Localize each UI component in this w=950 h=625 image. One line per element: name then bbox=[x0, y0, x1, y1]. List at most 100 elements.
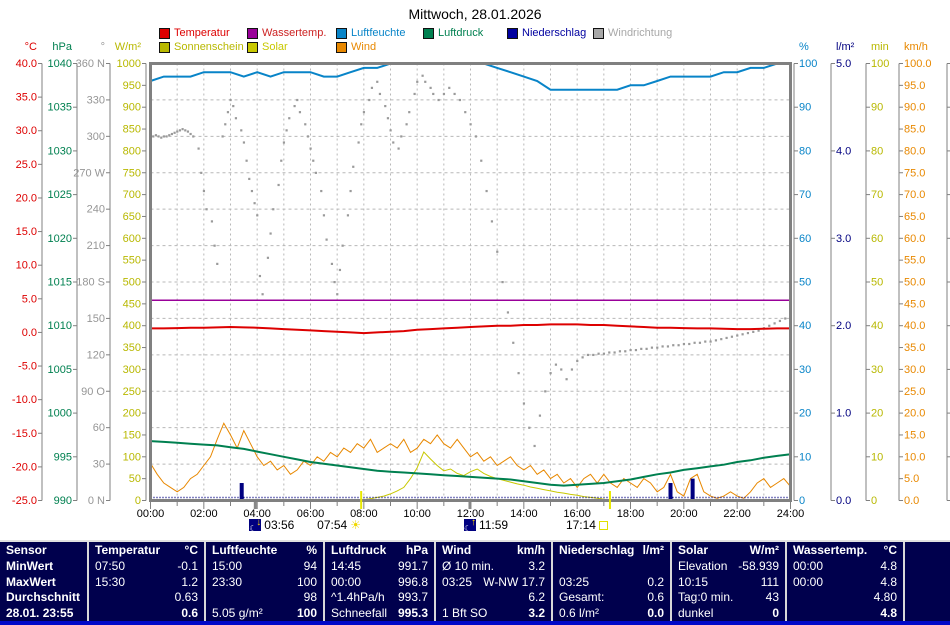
axis-tick-label: 450 bbox=[123, 298, 141, 310]
table-row: MaxWert bbox=[0, 575, 87, 590]
axis-tick-label: 5.0 bbox=[836, 58, 851, 70]
table-cell-value: 0 bbox=[772, 606, 779, 620]
table-row: Tag:0 min. 43 bbox=[672, 590, 785, 605]
axis-tick-label: 90 bbox=[871, 102, 883, 114]
axis-tick-label: 1000 bbox=[48, 408, 72, 420]
table-cell-label: 10:15 bbox=[678, 574, 709, 589]
axis-tick-label: 1.0 bbox=[836, 408, 851, 420]
axis-tick-label: 10.0 bbox=[904, 451, 925, 463]
axis-tick-label: 35.0 bbox=[16, 92, 37, 104]
table-cell-value: 996.8 bbox=[397, 574, 428, 589]
table-col-temperatur: Temperatur °C 07:50 -0.1 15:30 1.2 0.63 0.6 bbox=[89, 542, 206, 621]
axis-tick-label: 100 bbox=[123, 451, 141, 463]
axis-tick-label: 70 bbox=[871, 189, 883, 201]
axis-tick-label: 100 bbox=[871, 58, 889, 70]
table-col-sensor: Sensor MinWert MaxWert Durchschnitt 28.01. 2… bbox=[0, 542, 89, 621]
table-row: 14:45 991.7 bbox=[325, 559, 434, 574]
table-header-unit: °C bbox=[883, 543, 897, 557]
table-cell-label: 5.05 g/m² bbox=[212, 606, 263, 620]
table-header-row: Solar W/m² bbox=[672, 543, 785, 558]
axis-tick-label: 25.0 bbox=[16, 159, 37, 171]
axis-min: min1009080706050403020100 bbox=[865, 41, 889, 507]
axis-tick-label: 550 bbox=[123, 255, 141, 267]
table-cell-value: -58.939 bbox=[738, 558, 779, 573]
table-header-unit: % bbox=[306, 543, 317, 557]
weather-station-daily-chart: Mittwoch, 28.01.2026 Temperatur Wassertem… bbox=[0, 0, 950, 625]
table-cell-label: Ø 10 min. bbox=[442, 558, 495, 573]
sunrise-icon: ☀ bbox=[350, 518, 361, 532]
axis-tick-label: 60.0 bbox=[904, 233, 925, 245]
table-cell-value: 3.2 bbox=[528, 558, 545, 573]
astro-markers: ☾ ↓ 03:56 07:54 ☀ ☾ ↑ 11:59 17:14 bbox=[0, 517, 950, 534]
axis-tick-label: 650 bbox=[123, 211, 141, 223]
astro-time-label: 03:56 bbox=[264, 518, 295, 532]
axis-tick-label: 2.0 bbox=[836, 320, 851, 332]
axis-tick-label: 90 bbox=[799, 102, 811, 114]
axis-c: °C 40.0 35.0 30.0 25.0 20.0 15.0 10.0 5.0 0.0 -5.0… bbox=[12, 41, 43, 507]
table-row: 0.6 l/m² 0.0 bbox=[553, 606, 670, 621]
table-row: 98 bbox=[206, 590, 323, 605]
axis-tick-label: 65.0 bbox=[904, 211, 925, 223]
axis-tick-label: 240 bbox=[87, 204, 105, 216]
axis-tick-label: 0 bbox=[799, 495, 805, 507]
table-row: 23:30 100 bbox=[206, 575, 323, 590]
axis-tick-label: 0 bbox=[135, 495, 141, 507]
axis-tick-label: 30.0 bbox=[16, 125, 37, 137]
table-row: 03:25 0.2 bbox=[553, 575, 670, 590]
axis-tick-label: -20.0 bbox=[12, 461, 37, 473]
table-row: Schneefall 995.3 bbox=[325, 606, 434, 621]
table-header-row: Niederschlag l/m² bbox=[553, 543, 670, 558]
axis-tick-label: 55.0 bbox=[904, 255, 925, 267]
table-cell-label: MaxWert bbox=[6, 574, 56, 589]
table-row: 0.6 bbox=[89, 606, 204, 621]
table-cell-value: 3.2 bbox=[528, 606, 545, 620]
table-header-unit: l/m² bbox=[642, 543, 664, 557]
table-cell-label: 14:45 bbox=[331, 558, 362, 573]
axis-tick-label: 100 bbox=[799, 58, 817, 70]
table-cell-value: 100 bbox=[296, 606, 317, 620]
table-cell-value: 0.6 bbox=[647, 590, 664, 605]
table-cell-label: 1 Bft SO bbox=[442, 606, 488, 620]
table-cell-value: -0.1 bbox=[177, 558, 198, 573]
axis-tick-label: -15.0 bbox=[12, 428, 37, 440]
axis-l-m: l/m² 5.0 4.0 3.0 2.0 1.0 0.0 bbox=[830, 41, 855, 507]
table-row: 28.01. 23:55 bbox=[0, 606, 87, 621]
axis-tick-label: 210 bbox=[87, 240, 105, 252]
axis-tick-label: 50 bbox=[871, 277, 883, 289]
axis-tick-label: 5.0 bbox=[22, 293, 37, 305]
table-header-row: Wind km/h bbox=[436, 543, 551, 558]
axis-tick-label: 900 bbox=[123, 102, 141, 114]
axis-tick-label: 80 bbox=[799, 145, 811, 157]
table-row: 6.2 bbox=[436, 590, 551, 605]
table-cell-value: 0.0 bbox=[647, 606, 664, 620]
axis-tick-label: 1010 bbox=[48, 320, 72, 332]
table-row: 15:30 1.2 bbox=[89, 575, 204, 590]
axis-tick-label: -25.0 bbox=[12, 495, 37, 507]
axis-tick-label: 60 bbox=[93, 422, 105, 434]
axis-tick-label: 1015 bbox=[48, 277, 72, 289]
table-row: MinWert bbox=[0, 559, 87, 574]
table-col-luftfeuchte: Luftfeuchte% 15:00 94 23:30 100 98 5.05 g/m² 10… bbox=[206, 542, 325, 621]
table-row: 1 Bft SO 3.2 bbox=[436, 606, 551, 621]
axis-tick-label: 1025 bbox=[48, 189, 72, 201]
table-cell-value: 4.8 bbox=[880, 558, 897, 573]
table-row: 03:25 W-NW 17.7 bbox=[436, 575, 551, 590]
axis-tick-label: 1035 bbox=[48, 102, 72, 114]
axis-tick-label: 10 bbox=[871, 451, 883, 463]
table-row: 00:00 996.8 bbox=[325, 575, 434, 590]
axis-tick-label: 70 bbox=[799, 189, 811, 201]
table-header-row: Luftdruck hPa bbox=[325, 543, 434, 558]
axis-tick-label: 400 bbox=[123, 320, 141, 332]
table-cell-label: 0.6 l/m² bbox=[559, 606, 600, 620]
axis-tick-label: 10 bbox=[799, 451, 811, 463]
axis-: %1009080706050403020100 bbox=[793, 41, 817, 507]
axis-tick-label: 90.0 bbox=[904, 102, 925, 114]
table-row: ^1.4hPa/h 993.7 bbox=[325, 590, 434, 605]
table-col-solar: Solar W/m² Elevation -58.939 10:15 111 Tag:0 m… bbox=[672, 542, 787, 621]
table-row bbox=[905, 559, 932, 574]
table-header-label: Luftfeuchte bbox=[212, 543, 278, 557]
axis-tick-label: 330 bbox=[87, 94, 105, 106]
axis-tick-label: 95.0 bbox=[904, 80, 925, 92]
axis-tick-label: 100.0 bbox=[904, 58, 932, 70]
axis-tick-label: 700 bbox=[123, 189, 141, 201]
